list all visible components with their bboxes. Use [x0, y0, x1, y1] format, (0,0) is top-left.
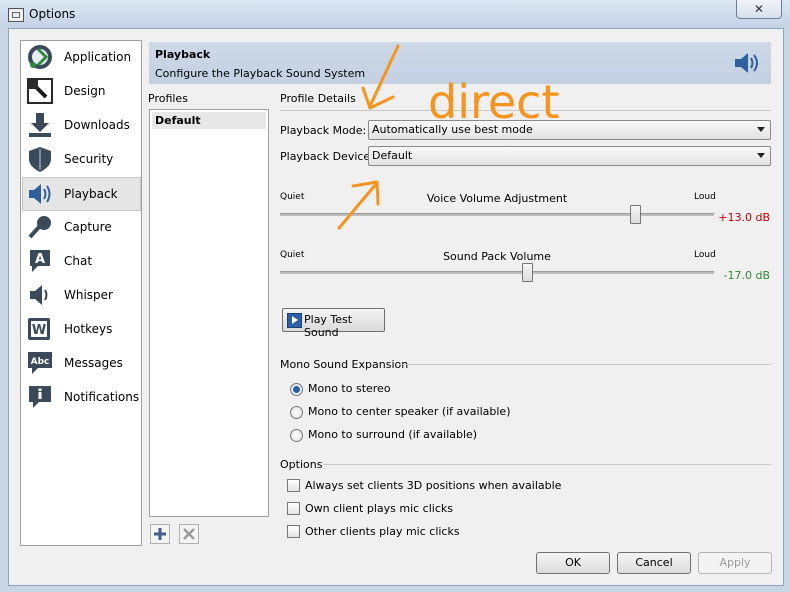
page-title: Playback	[155, 48, 211, 61]
messages-icon: Abc	[28, 352, 52, 374]
window-icon	[8, 8, 24, 22]
title-bar: Options ✕	[0, 0, 790, 28]
nav-item-playback[interactable]: Playback	[22, 177, 141, 211]
chat-icon: A	[30, 250, 50, 272]
checkbox-label: Own client plays mic clicks	[305, 502, 453, 515]
options-separator	[323, 464, 771, 465]
options-group-label: Options	[280, 458, 323, 471]
voice-volume-slider-thumb[interactable]	[630, 205, 642, 224]
radio-label: Mono to surround (if available)	[308, 428, 478, 441]
close-button[interactable]: ✕	[736, 0, 782, 19]
play-icon	[287, 313, 302, 328]
profiles-label: Profiles	[148, 92, 188, 105]
svg-text:W: W	[32, 323, 46, 338]
application-icon	[28, 45, 52, 69]
profile-details-label: Profile Details	[280, 92, 356, 105]
nav-item-design[interactable]: Design	[23, 75, 139, 107]
nav-label: Hotkeys	[64, 322, 113, 336]
nav-item-security[interactable]: Security	[23, 143, 139, 175]
notifications-icon	[29, 386, 51, 408]
nav-item-application[interactable]: Application	[23, 41, 139, 73]
microphone-icon	[28, 216, 51, 239]
nav-item-notifications[interactable]: Notifications	[23, 381, 139, 413]
playback-device-label: Playback Device:	[280, 150, 374, 163]
nav-item-capture[interactable]: Capture	[23, 211, 139, 243]
page-subtitle: Configure the Playback Sound System	[155, 67, 366, 80]
mono-to-center-radio[interactable]	[290, 406, 303, 419]
chevron-down-icon	[757, 153, 765, 158]
soundpack-volume-slider-thumb[interactable]	[521, 263, 533, 282]
other-mic-clicks-checkbox[interactable]	[287, 525, 300, 538]
radio-label: Mono to stereo	[308, 382, 391, 395]
nav-label: Playback	[64, 187, 118, 201]
add-profile-button[interactable]	[150, 524, 170, 544]
nav-label: Application	[64, 50, 132, 64]
voice-volume-track[interactable]	[280, 213, 714, 216]
nav-label: Messages	[64, 356, 123, 370]
slider-max-label: Loud	[694, 192, 716, 202]
nav-item-whisper[interactable]: Whisper	[23, 279, 139, 311]
downloads-icon	[29, 113, 51, 137]
profile-item-default[interactable]: Default	[152, 112, 266, 129]
svg-text:A: A	[35, 252, 45, 267]
profile-label: Default	[155, 114, 201, 127]
details-separator	[280, 110, 771, 111]
options-dialog: Application Design Downloads Security Pl…	[8, 28, 784, 586]
window-title: Options	[29, 7, 76, 21]
shield-icon	[29, 147, 51, 172]
remove-profile-button[interactable]	[179, 524, 199, 544]
own-mic-clicks-checkbox[interactable]	[287, 502, 300, 515]
checkbox-label: Other clients play mic clicks	[305, 525, 460, 538]
design-icon	[27, 78, 53, 104]
speaker-icon	[29, 184, 51, 204]
mono-expansion-label: Mono Sound Expansion	[280, 358, 409, 371]
mono-to-surround-radio[interactable]	[290, 429, 303, 442]
playback-mode-select[interactable]: Automatically use best mode	[368, 120, 771, 140]
soundpack-volume-value: -17.0 dB	[723, 269, 771, 282]
nav-item-downloads[interactable]: Downloads	[23, 109, 139, 141]
cancel-button[interactable]: Cancel	[617, 552, 691, 574]
profiles-list: Default	[149, 109, 269, 517]
plus-icon	[154, 528, 166, 540]
ok-button[interactable]: OK	[536, 552, 610, 574]
nav-label: Security	[64, 152, 114, 166]
nav-item-hotkeys[interactable]: W Hotkeys	[23, 313, 139, 345]
button-label: Play Test Sound	[304, 313, 353, 339]
chevron-down-icon	[757, 127, 765, 132]
slider-max-label: Loud	[694, 250, 716, 260]
nav-label: Downloads	[64, 118, 130, 132]
nav-item-messages[interactable]: Abc Messages	[23, 347, 139, 379]
checkbox-label: Always set clients 3D positions when ava…	[305, 479, 562, 492]
soundpack-volume-title: Sound Pack Volume	[443, 250, 551, 263]
mono-to-stereo-radio[interactable]	[290, 383, 303, 396]
voice-volume-title: Voice Volume Adjustment	[426, 192, 568, 205]
soundpack-volume-track[interactable]	[280, 271, 714, 274]
nav-label: Design	[64, 84, 106, 98]
nav-label: Chat	[64, 254, 93, 268]
mono-separator	[399, 364, 771, 365]
page-header: Playback Configure the Playback Sound Sy…	[149, 42, 771, 84]
x-icon	[183, 528, 195, 540]
hotkeys-icon: W	[28, 318, 50, 340]
speaker-icon	[735, 53, 758, 73]
whisper-icon	[30, 285, 48, 305]
nav-label: Whisper	[64, 288, 113, 302]
playback-mode-label: Playback Mode:	[280, 124, 367, 137]
3d-positions-checkbox[interactable]	[287, 479, 300, 492]
playback-device-select[interactable]: Default	[368, 146, 771, 166]
playback-device-value: Default	[372, 149, 413, 162]
nav-label: Notifications	[64, 390, 140, 404]
nav-item-chat[interactable]: A Chat	[23, 245, 139, 277]
play-test-sound-button[interactable]: Play Test Sound	[282, 308, 385, 339]
settings-nav: Application Design Downloads Security Pl…	[20, 40, 142, 546]
voice-volume-value: +13.0 dB	[718, 211, 770, 224]
radio-label: Mono to center speaker (if available)	[308, 405, 511, 418]
playback-mode-value: Automatically use best mode	[372, 123, 533, 136]
nav-label: Capture	[64, 220, 112, 234]
svg-text:Abc: Abc	[31, 357, 50, 367]
apply-button[interactable]: Apply	[698, 552, 772, 574]
